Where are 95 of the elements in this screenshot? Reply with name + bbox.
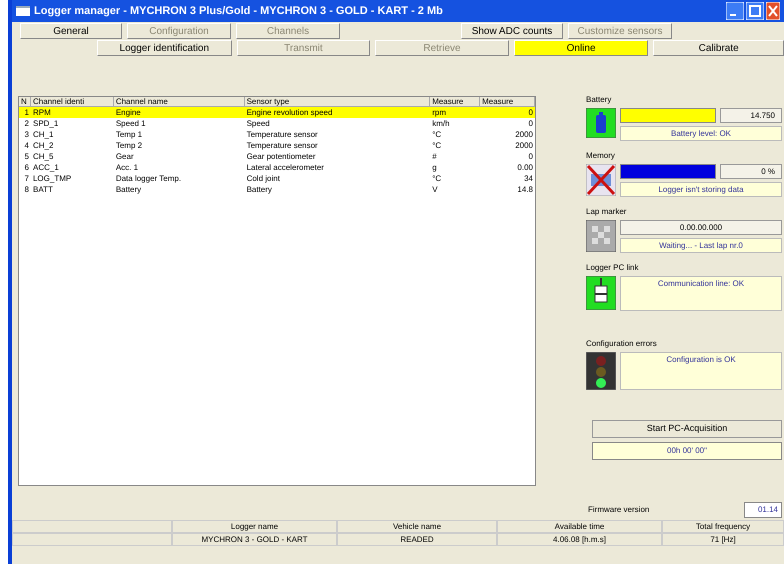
maximize-icon[interactable] [746,2,764,20]
table-cell-text: Temperature sensor [246,140,319,151]
column-header[interactable]: Measure [430,97,480,107]
close-icon[interactable] [766,2,780,20]
table-cell-text: Battery [246,184,273,195]
table-cell-text: # [431,151,438,162]
table-cell-text: 6 [24,162,30,173]
table-cell-text: V [431,184,439,195]
status-heading: Total frequency [662,520,784,533]
table-cell-text: Speed [246,118,271,129]
table-cell-text: Gear [114,151,135,162]
table-row[interactable]: 1 RPM Engine Engine revolution speed rpm 0 [19,107,535,118]
plug-icon [586,276,616,310]
toolbar-button[interactable]: General [20,23,122,39]
table-cell-text: CH_5 [32,151,54,162]
status-message: Logger isn't storing data [620,182,782,197]
section-label: Battery [586,94,612,106]
section-label: Logger PC link [586,262,640,274]
table-cell-text: RPM [32,107,52,118]
table-cell-text: 7 [24,173,30,184]
column-header[interactable]: Sensor type [244,97,430,107]
start-acquisition-button[interactable]: Start PC-Acquisition [592,420,782,438]
status-message: Communication line: OK [620,276,782,311]
value-box: 0.00.00.000 [620,220,782,235]
table-cell-text: Cold joint [246,173,281,184]
toolbar-button[interactable]: Online [514,40,648,56]
table-cell-text: CH_1 [32,129,54,140]
section-label: Memory [586,150,616,162]
table-cell-text: Engine [114,107,142,118]
table-cell-text: Temperature sensor [246,129,319,140]
table-cell-text: 2000 [514,129,534,140]
table-cell-text: Gear potentiometer [246,151,317,162]
table-cell-text: °C [431,129,442,140]
firmware-field: 01.14 [744,502,782,518]
firmware-label: Firmware version [588,504,650,516]
status-message: Battery level: OK [620,126,782,141]
table-cell-text: 8 [24,184,30,195]
status-heading: Available time [497,520,662,533]
table-cell-text: Engine revolution speed [246,107,334,118]
column-header[interactable]: Channel name [114,97,245,107]
table-cell-text: 4 [24,140,30,151]
table-cell-text: 3 [24,129,30,140]
table-cell-text: Battery [114,184,142,195]
table-cell-text: g [431,162,438,173]
time-display: 00h 00' 00" [592,442,782,460]
status-heading: Vehicle name [337,520,497,533]
status-value: MYCHRON 3 - GOLD - KART [172,533,337,546]
status-value: 71 [Hz] [662,533,784,546]
status-value: 4.06.08 [h.m.s] [497,533,662,546]
value-box: 14.750 [720,108,782,123]
status-heading: Logger name [172,520,337,533]
table-cell-text: CH_2 [32,140,54,151]
section-label: Lap marker [586,206,628,218]
table-cell-text: Acc. 1 [114,162,140,173]
column-header[interactable]: Measure [480,97,535,107]
table-cell-text: 34 [523,173,534,184]
table-cell-text: 0 [528,107,534,118]
toolbar-button[interactable]: Show ADC counts [461,23,563,39]
table-cell-text: °C [431,173,442,184]
column-header[interactable]: Channel identi [30,97,114,107]
toolbar-button[interactable]: Logger identification [97,40,232,56]
table-cell-text: ACC_1 [32,162,60,173]
app-icon [16,6,30,16]
window-title: Logger manager - MYCHRON 3 Plus/Gold - MYCHRON 3 - GOLD - KART - 2 Mb [34,4,443,19]
minimize-icon[interactable] [726,2,744,20]
column-header[interactable]: N [19,97,31,107]
toolbar-button[interactable]: Calibrate [653,40,784,56]
table-cell-text: 0 [528,118,534,129]
table-cell-text: 1 [24,107,30,118]
table-cell-text: Temp 2 [114,140,144,151]
table-cell-text: rpm [431,107,447,118]
table-cell-text: Temp 1 [114,129,144,140]
table-cell-text: °C [431,140,442,151]
memory-icon [586,164,616,196]
table-cell-text: Data logger Temp. [114,173,182,184]
value-box: 0 % [720,164,782,179]
table-cell-text: km/h [431,118,451,129]
battery-icon [586,108,616,138]
table-cell-text: 5 [24,151,30,162]
table-cell-text: 2 [24,118,30,129]
table-cell-text: 2000 [514,140,534,151]
table-cell-text: LOG_TMP [32,173,72,184]
table-cell-text: 14.8 [516,184,534,195]
status-value: READED [337,533,497,546]
table-cell-text: Speed 1 [114,118,147,129]
table-cell-text: Lateral accelerometer [246,162,325,173]
table-cell-text: 0.00 [516,162,534,173]
traffic-light-icon [586,352,616,390]
checkered-flag-icon [586,220,616,252]
table-cell-text: BATT [32,184,54,195]
status-message: Configuration is OK [620,352,782,390]
table-cell-text: SPD_1 [32,118,60,129]
status-message: Waiting... - Last lap nr.0 [620,238,782,253]
table-cell-text: 0 [528,151,534,162]
section-label: Configuration errors [586,338,658,350]
